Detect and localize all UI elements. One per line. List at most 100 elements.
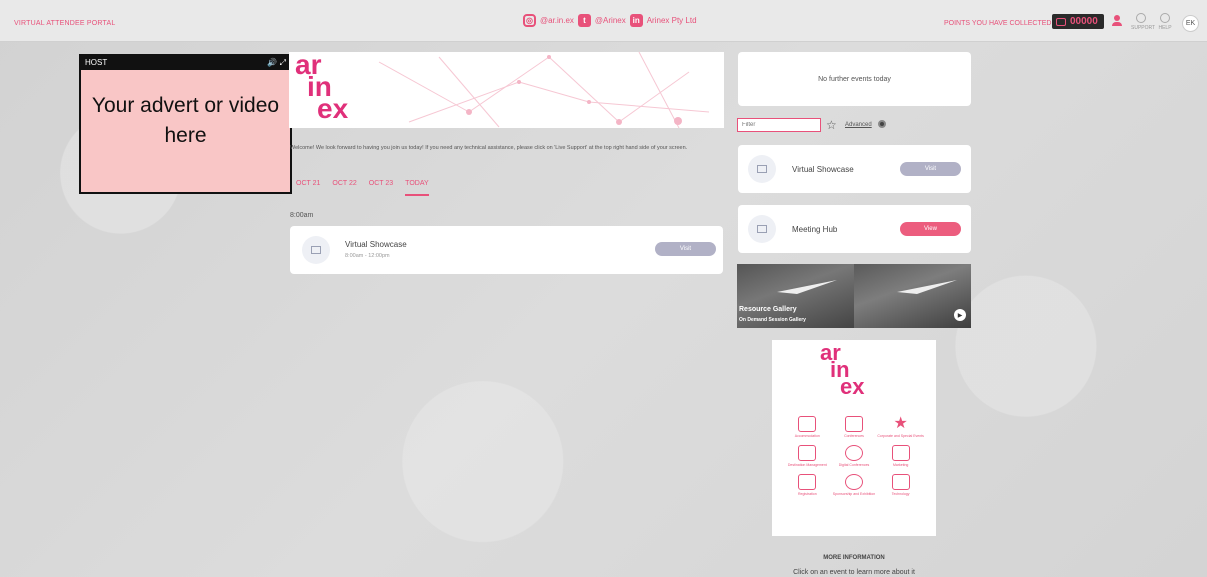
star-icon[interactable]: ☆ [826,118,837,132]
volume-icon[interactable]: 🔊 [267,58,277,67]
service-technology[interactable]: Technology [877,474,924,497]
twitter-link[interactable]: @Arinex [595,16,626,25]
support-button[interactable]: SUPPORT [1131,13,1155,31]
gear-icon[interactable] [878,120,886,128]
location-icon [798,445,817,461]
service-destination-management[interactable]: Destination Management [784,445,831,468]
meeting-hub-icon [748,215,776,243]
service-corporate-events[interactable]: ★ Corporate and Special Events [877,416,924,439]
sidebar-card-virtual-showcase[interactable]: Virtual Showcase Visit [738,145,971,193]
building-icon [798,416,817,432]
top-bar: VIRTUAL ATTENDEE PORTAL ◎ @ar.in.ex t @A… [0,0,1207,42]
twitter-icon[interactable]: t [577,14,591,27]
service-marketing[interactable]: Marketing [877,445,924,468]
support-icon [1136,13,1146,23]
sidebar-card-title: Virtual Showcase [792,165,854,174]
resource-gallery-card[interactable]: Resource Gallery On Demand Session Galle… [737,264,971,328]
services-grid: Accommodation Conferences ★ Corporate and… [784,416,924,497]
paper-plane-image [777,280,837,294]
help-label: HELP [1158,25,1172,31]
linkedin-icon[interactable]: in [629,14,643,27]
avatar-initials: EK [1185,20,1196,27]
social-links: ◎ @ar.in.ex t @Arinex in Arinex Pty Ltd [523,14,697,27]
mail-icon [891,445,910,461]
tab-oct-22[interactable]: OCT 22 [332,180,356,196]
star-icon: ★ [893,415,908,432]
no-events-card: No further events today [738,52,971,106]
dollar-icon [844,474,863,490]
instagram-link[interactable]: @ar.in.ex [540,16,574,25]
time-slot-label: 8:00am [290,212,314,219]
host-bar: HOST 🔊 ⤢ [81,56,290,70]
service-label: Corporate and Special Events [877,434,924,438]
points-counter: 00000 [1052,14,1104,29]
host-controls: 🔊 ⤢ [267,58,286,68]
sidebar-card-title: Meeting Hub [792,225,838,234]
service-label: Conferences [844,434,864,438]
event-card-virtual-showcase[interactable]: Virtual Showcase 8:00am - 12:00pm Visit [290,226,723,274]
gallery-image-2 [854,264,971,328]
service-label: Digital Conferences [838,463,870,467]
date-tabs: OCT 21 OCT 22 OCT 23 TODAY [296,180,429,196]
expand-icon[interactable]: ⤢ [280,58,286,67]
folder-icon [844,416,863,432]
service-accommodation[interactable]: Accommodation [784,416,831,439]
avatar[interactable]: EK [1182,15,1199,32]
view-button[interactable]: View [900,222,961,236]
tab-oct-21[interactable]: OCT 21 [296,180,320,196]
service-label: Destination Management [787,463,827,467]
event-title: Virtual Showcase [345,240,407,249]
promo-logo-line-3: ex [840,374,865,399]
host-label: HOST [85,58,108,67]
service-label: Accommodation [794,434,820,438]
points-value: 00000 [1070,16,1098,27]
gallery-subtitle: On Demand Session Gallery [739,317,806,323]
advert-text: Your advert or video here [91,94,280,147]
support-label: SUPPORT [1131,25,1156,31]
tab-today[interactable]: TODAY [405,180,429,196]
service-label: Marketing [892,463,909,467]
visit-button[interactable]: Visit [900,162,961,176]
advert-placeholder: Your advert or video here [81,70,290,192]
event-banner: ar in ex [289,52,724,128]
service-sponsorship[interactable]: Sponsorship and Exhibition [831,474,878,497]
filter-input[interactable] [737,118,821,132]
portal-title: VIRTUAL ATTENDEE PORTAL [14,20,116,27]
arinex-logo: ar in ex [295,52,349,124]
no-events-text: No further events today [818,75,891,83]
play-icon[interactable]: ▶ [954,309,966,321]
more-info-text: Click on an event to learn more about it [793,569,915,576]
host-video-panel[interactable]: HOST 🔊 ⤢ Your advert or video here [79,54,292,194]
event-time: 8:00am - 12:00pm [345,253,390,259]
ticket-icon [1056,17,1066,26]
banner-network-graphic [378,52,710,128]
help-button[interactable]: HELP [1155,13,1175,31]
more-info-title: MORE INFORMATION [823,555,885,561]
service-label: Technology [891,492,910,496]
showcase-icon [302,236,330,264]
service-conferences[interactable]: Conferences [831,416,878,439]
arinex-promo-panel: ar in ex Accommodation Conferences ★ Corp… [772,340,936,536]
linkedin-link[interactable]: Arinex Pty Ltd [647,16,697,25]
promo-logo: ar in ex [820,342,865,399]
service-digital-conferences[interactable]: Digital Conferences [831,445,878,468]
user-icon[interactable] [1112,15,1122,27]
instagram-icon[interactable]: ◎ [523,14,536,27]
gallery-title: Resource Gallery [739,306,797,313]
tab-oct-23[interactable]: OCT 23 [369,180,393,196]
sidebar-card-meeting-hub[interactable]: Meeting Hub View [738,205,971,253]
logo-line-3: ex [317,93,349,124]
service-label: Sponsorship and Exhibition [832,492,876,496]
points-label: POINTS YOU HAVE COLLECTED! [944,20,1054,27]
chip-icon [891,474,910,490]
people-icon [798,474,817,490]
service-registration[interactable]: Registration [784,474,831,497]
paper-plane-image [897,280,957,294]
showcase-icon [748,155,776,183]
globe-icon [844,445,863,461]
service-label: Registration [797,492,817,496]
help-icon [1160,13,1170,23]
welcome-message: Welcome! We look forward to having you j… [290,145,688,151]
visit-button[interactable]: Visit [655,242,716,256]
advanced-link[interactable]: Advanced [845,122,872,128]
